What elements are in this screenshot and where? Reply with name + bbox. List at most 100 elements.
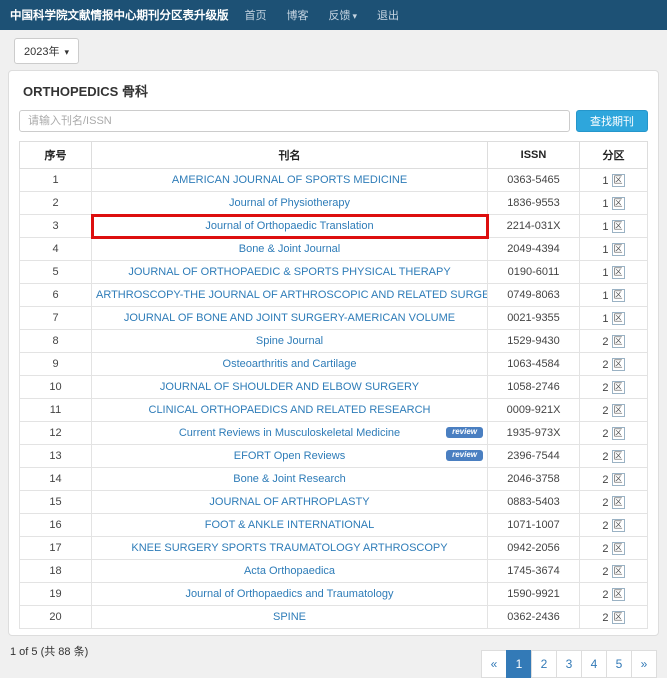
partition-cell: 2区 [580,399,648,422]
partition-unit: 区 [612,266,625,279]
row-index-cell: 9 [20,353,92,376]
partition-cell: 2区 [580,330,648,353]
partition-number: 2 [602,405,608,417]
journal-name-cell: Journal of Physiotherapy [92,192,488,215]
nav-item-feedback[interactable]: 反馈▾ [329,7,358,23]
partition-unit: 区 [612,243,625,256]
header-partition: 分区 [580,142,648,169]
partition-cell: 2区 [580,537,648,560]
partition-number: 1 [602,267,608,279]
journal-name-cell: Acta Orthopaedica [92,560,488,583]
journal-link[interactable]: Acta Orthopaedica [244,565,335,577]
row-index-cell: 18 [20,560,92,583]
partition-number: 2 [602,566,608,578]
journal-link[interactable]: JOURNAL OF BONE AND JOINT SURGERY-AMERIC… [124,312,455,324]
row-index-cell: 2 [20,192,92,215]
search-input[interactable] [19,110,570,132]
partition-cell: 1区 [580,284,648,307]
journal-name-cell: SPINE [92,606,488,629]
journal-link[interactable]: Bone & Joint Research [233,473,346,485]
table-row: 1 AMERICAN JOURNAL OF SPORTS MEDICINE 03… [20,169,648,192]
pagination-button[interactable]: 3 [556,650,582,678]
nav-item-logout[interactable]: 退出 [377,7,399,23]
partition-cell: 2区 [580,583,648,606]
table-row: 3 Journal of Orthopaedic Translation 221… [20,215,648,238]
table-row: 19 Journal of Orthopaedics and Traumatol… [20,583,648,606]
row-index-cell: 3 [20,215,92,238]
pagination-button[interactable]: 1 [506,650,532,678]
pagination-button[interactable]: 4 [581,650,607,678]
partition-number: 2 [602,589,608,601]
review-badge: review [446,427,483,438]
partition-unit: 区 [612,496,625,509]
issn-cell: 1071-1007 [488,514,580,537]
journal-link[interactable]: JOURNAL OF SHOULDER AND ELBOW SURGERY [160,381,419,393]
journal-link[interactable]: Osteoarthritis and Cartilage [223,358,357,370]
page-title: ORTHOPEDICS 骨科 [23,81,648,100]
partition-number: 1 [602,313,608,325]
row-index-cell: 17 [20,537,92,560]
journal-link[interactable]: Bone & Joint Journal [239,243,341,255]
pagination-button[interactable]: 5 [606,650,632,678]
journal-link[interactable]: Spine Journal [256,335,323,347]
row-index-cell: 19 [20,583,92,606]
journal-link[interactable]: ARTHROSCOPY-THE JOURNAL OF ARTHROSCOPIC … [96,289,488,301]
journal-name-cell: ARTHROSCOPY-THE JOURNAL OF ARTHROSCOPIC … [92,284,488,307]
journal-link[interactable]: CLINICAL ORTHOPAEDICS AND RELATED RESEAR… [149,404,431,416]
table-footer: 1 of 5 (共 88 条) «12345» [10,641,657,678]
issn-cell: 1058-2746 [488,376,580,399]
partition-number: 1 [602,175,608,187]
row-index-cell: 15 [20,491,92,514]
nav-item-blog[interactable]: 博客 [287,7,309,23]
pagination-button[interactable]: » [631,650,657,678]
table-row: 5 JOURNAL OF ORTHOPAEDIC & SPORTS PHYSIC… [20,261,648,284]
partition-unit: 区 [612,519,625,532]
journal-link[interactable]: JOURNAL OF ORTHOPAEDIC & SPORTS PHYSICAL… [128,266,450,278]
journal-name-cell: JOURNAL OF ARTHROPLASTY [92,491,488,514]
journal-link[interactable]: JOURNAL OF ARTHROPLASTY [209,496,369,508]
journal-link[interactable]: Journal of Physiotherapy [229,197,350,209]
table-row: 14 Bone & Joint Research 2046-3758 2区 [20,468,648,491]
journal-name-cell: CLINICAL ORTHOPAEDICS AND RELATED RESEAR… [92,399,488,422]
journal-link[interactable]: Journal of Orthopaedic Translation [205,220,373,232]
table-row: 7 JOURNAL OF BONE AND JOINT SURGERY-AMER… [20,307,648,330]
partition-number: 2 [602,359,608,371]
search-journal-button[interactable]: 查找期刊 [576,110,648,132]
journal-name-cell: KNEE SURGERY SPORTS TRAUMATOLOGY ARTHROS… [92,537,488,560]
navbar-brand[interactable]: 中国科学院文献情报中心期刊分区表升级版 [10,7,229,23]
table-row: 9 Osteoarthritis and Cartilage 1063-4584… [20,353,648,376]
year-selector-button[interactable]: 2023年 ▾ [14,38,79,64]
partition-unit: 区 [612,220,625,233]
issn-cell: 2214-031X [488,215,580,238]
journal-link[interactable]: AMERICAN JOURNAL OF SPORTS MEDICINE [172,174,407,186]
row-index-cell: 11 [20,399,92,422]
journal-link[interactable]: KNEE SURGERY SPORTS TRAUMATOLOGY ARTHROS… [131,542,447,554]
pagination-button[interactable]: 2 [531,650,557,678]
partition-number: 2 [602,520,608,532]
journal-link[interactable]: FOOT & ANKLE INTERNATIONAL [205,519,375,531]
table-row: 8 Spine Journal 1529-9430 2区 [20,330,648,353]
partition-cell: 2区 [580,491,648,514]
journal-link[interactable]: SPINE [273,611,306,623]
row-index-cell: 16 [20,514,92,537]
pagination-button[interactable]: « [481,650,507,678]
row-index-cell: 5 [20,261,92,284]
journal-link[interactable]: Current Reviews in Musculoskeletal Medic… [179,427,400,439]
issn-cell: 2396-7544 [488,445,580,468]
partition-unit: 区 [612,588,625,601]
journal-table: 序号 刊名 ISSN 分区 1 AMERICAN JOURNAL OF SPOR… [19,141,648,629]
journal-name-cell: JOURNAL OF BONE AND JOINT SURGERY-AMERIC… [92,307,488,330]
journal-name-cell: Bone & Joint Research [92,468,488,491]
journal-name-cell: Journal of Orthopaedics and Traumatology [92,583,488,606]
issn-cell: 1935-973X [488,422,580,445]
nav-item-home[interactable]: 首页 [245,7,267,23]
table-row: 12 Current Reviews in Musculoskeletal Me… [20,422,648,445]
issn-cell: 2049-4394 [488,238,580,261]
partition-number: 2 [602,474,608,486]
partition-unit: 区 [612,289,625,302]
journal-table-body: 1 AMERICAN JOURNAL OF SPORTS MEDICINE 03… [20,169,648,629]
journal-link[interactable]: Journal of Orthopaedics and Traumatology [186,588,394,600]
journal-name-cell: JOURNAL OF ORTHOPAEDIC & SPORTS PHYSICAL… [92,261,488,284]
partition-cell: 2区 [580,353,648,376]
journal-link[interactable]: EFORT Open Reviews [234,450,345,462]
